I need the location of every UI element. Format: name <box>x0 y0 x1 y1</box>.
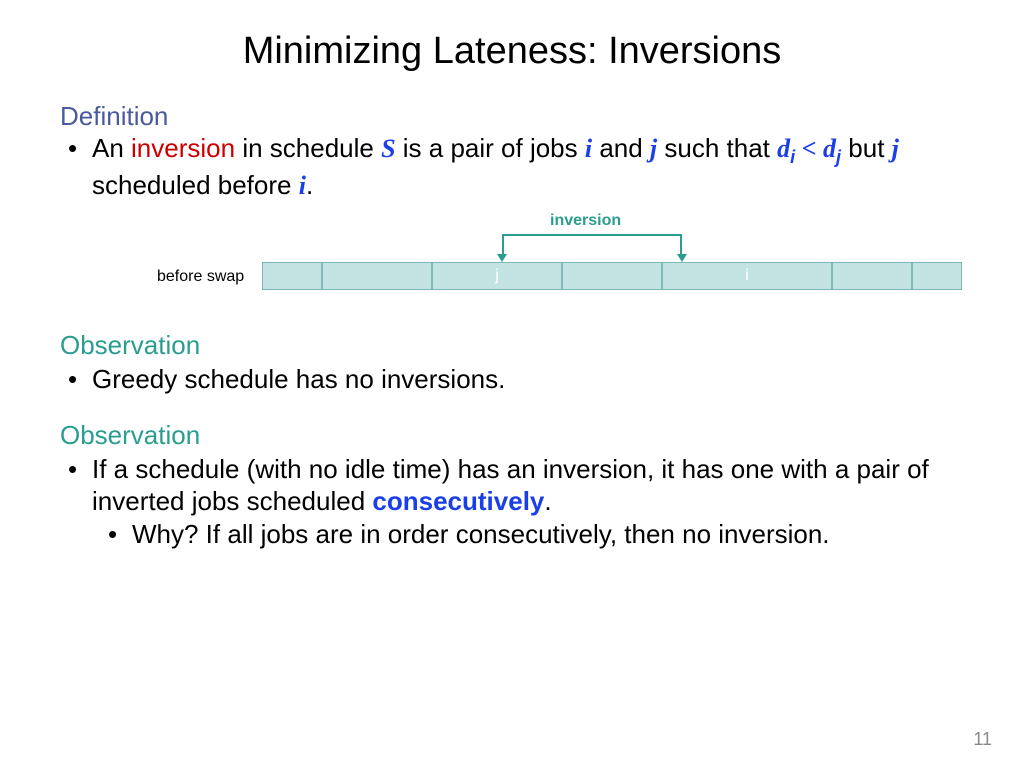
inversion-label: inversion <box>550 212 621 230</box>
text: An <box>92 133 131 163</box>
arrow-down-icon <box>677 254 687 262</box>
job-segment <box>562 262 662 290</box>
text: . <box>544 486 551 516</box>
job-segment <box>832 262 912 290</box>
job-segment-j: j <box>432 262 562 290</box>
observation-heading: Observation <box>60 330 964 361</box>
inversion-diagram: inversion before swap j i <box>102 212 922 302</box>
text: in schedule <box>235 133 381 163</box>
before-swap-label: before swap <box>157 268 244 286</box>
text: such that <box>657 133 777 163</box>
definition-list: An inversion in schedule S is a pair of … <box>60 132 964 202</box>
var-i: i <box>585 134 592 163</box>
observation-list-1: Greedy schedule has no inversions. <box>60 363 964 396</box>
job-segment <box>262 262 322 290</box>
text: scheduled before <box>92 170 299 200</box>
text: is a pair of jobs <box>396 133 585 163</box>
arrow-down-icon <box>497 254 507 262</box>
observation-bullet: If a schedule (with no idle time) has an… <box>88 453 964 551</box>
var-dj: d <box>823 134 836 163</box>
var-di: d <box>777 134 790 163</box>
schedule-bar: j i <box>262 262 962 290</box>
sub-list: Why? If all jobs are in order consecutiv… <box>92 518 964 551</box>
inversion-bracket <box>502 234 682 256</box>
sub-bullet: Why? If all jobs are in order consecutiv… <box>128 518 964 551</box>
job-segment <box>322 262 432 290</box>
definition-bullet: An inversion in schedule S is a pair of … <box>88 132 964 202</box>
text: but <box>841 133 892 163</box>
slide-title: Minimizing Lateness: Inversions <box>60 30 964 73</box>
term-consecutively: consecutively <box>372 486 544 516</box>
observation-heading: Observation <box>60 420 964 451</box>
observation-bullet: Greedy schedule has no inversions. <box>88 363 964 396</box>
lt-symbol: < <box>795 134 823 163</box>
text: and <box>592 133 650 163</box>
slide-content: Minimizing Lateness: Inversions Definiti… <box>0 0 1024 572</box>
page-number: 11 <box>973 729 992 750</box>
var-j: j <box>892 134 899 163</box>
var-S: S <box>381 134 395 163</box>
job-segment <box>912 262 962 290</box>
var-i: i <box>299 171 306 200</box>
definition-heading: Definition <box>60 101 964 132</box>
text: . <box>306 170 313 200</box>
term-inversion: inversion <box>131 133 235 163</box>
observation-list-2: If a schedule (with no idle time) has an… <box>60 453 964 551</box>
job-segment-i: i <box>662 262 832 290</box>
